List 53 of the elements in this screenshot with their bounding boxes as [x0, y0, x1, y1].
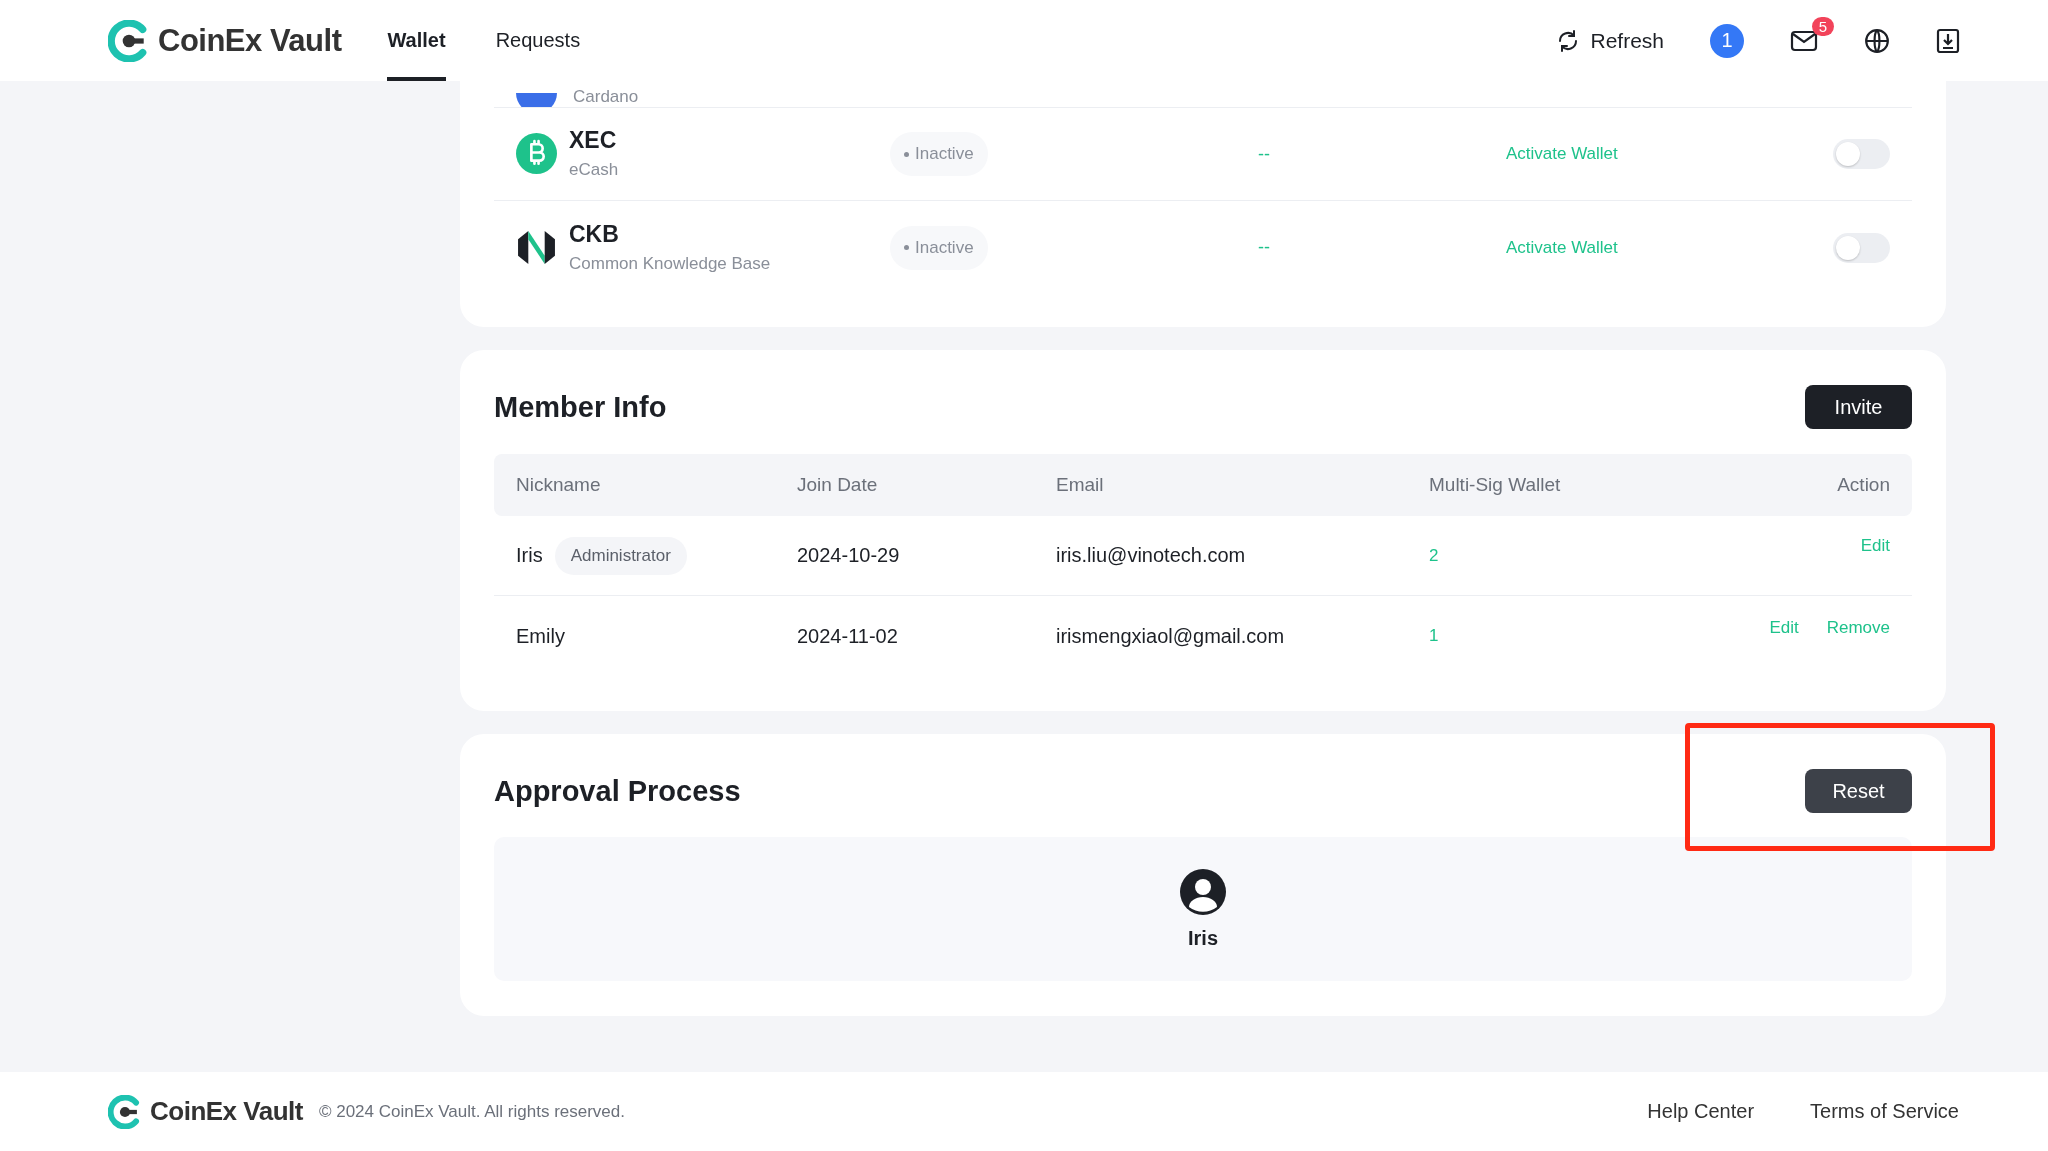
nickname-cell: Iris: [516, 544, 543, 567]
wallet-count-link[interactable]: 1: [1429, 626, 1439, 645]
logo-icon: [108, 1094, 142, 1129]
column-header: Multi-Sig Wallet: [1429, 474, 1562, 496]
balance-text: --: [1257, 237, 1271, 258]
coin-icon: [516, 133, 557, 175]
action-link[interactable]: Remove: [1826, 618, 1890, 638]
email-cell-text: iris.liu@vinotech.com: [1056, 544, 1247, 567]
avatar-icon: [1180, 868, 1226, 915]
reset-button[interactable]: Reset: [1805, 769, 1912, 813]
date-cell-text: 2024-10-29: [797, 544, 901, 567]
account-badge[interactable]: 1: [1710, 23, 1744, 58]
column-header: Action: [1836, 474, 1890, 496]
activate-link[interactable]: Activate Wallet: [1506, 237, 1618, 257]
balance-text: --: [1257, 143, 1271, 165]
mail-icon[interactable]: [1790, 28, 1818, 53]
nav-tab[interactable]: Wallet: [387, 0, 446, 81]
email-cell-text: irismengxiaol@gmail.com: [1056, 624, 1286, 648]
column-header: Email: [1056, 474, 1105, 496]
section-title: Member Info: [494, 390, 667, 424]
logo-icon: [108, 19, 150, 62]
coin-name: Cardano: [573, 86, 639, 107]
activate-link[interactable]: Activate Wallet: [1506, 144, 1618, 163]
column-header: Nickname: [516, 474, 602, 496]
date-cell-text: 2024-11-02: [797, 624, 899, 648]
footer-link[interactable]: Terms of Service: [1810, 1100, 1959, 1123]
wallet-toggle[interactable]: [1833, 139, 1890, 169]
action-link[interactable]: Edit: [1860, 536, 1890, 556]
invite-button[interactable]: Invite: [1805, 385, 1912, 429]
action-link[interactable]: Edit: [1769, 618, 1799, 638]
wallet-count-link[interactable]: 2: [1429, 545, 1439, 565]
section-title: Approval Process: [494, 774, 741, 808]
coin-icon: [516, 93, 557, 107]
status-badge: Inactive: [890, 225, 988, 270]
coin-symbol: XEC: [569, 127, 618, 155]
notification-count: 5: [1811, 16, 1834, 36]
refresh-button[interactable]: Refresh: [1556, 28, 1664, 53]
wallet-toggle[interactable]: [1833, 232, 1890, 263]
logo-text: CoinEx Vault: [158, 22, 342, 59]
nav-tab[interactable]: Requests: [495, 0, 581, 81]
copyright-text: © 2024 CoinEx Vault. All rights reserved.: [318, 1101, 625, 1122]
role-badge: Administrator: [554, 536, 687, 575]
globe-icon[interactable]: [1864, 27, 1890, 54]
status-badge: Inactive: [890, 132, 988, 176]
column-header: Join Date: [797, 474, 879, 496]
coin-name: Common Knowledge Base: [569, 253, 771, 275]
approver-name: Iris: [1188, 926, 1218, 950]
footer-link[interactable]: Help Center: [1647, 1100, 1755, 1123]
coin-name: eCash: [569, 160, 619, 181]
logo-text: CoinEx Vault: [150, 1096, 303, 1127]
nickname-cell: Emily: [516, 624, 565, 648]
coin-symbol: CKB: [569, 220, 620, 248]
download-icon[interactable]: [1936, 27, 1960, 54]
